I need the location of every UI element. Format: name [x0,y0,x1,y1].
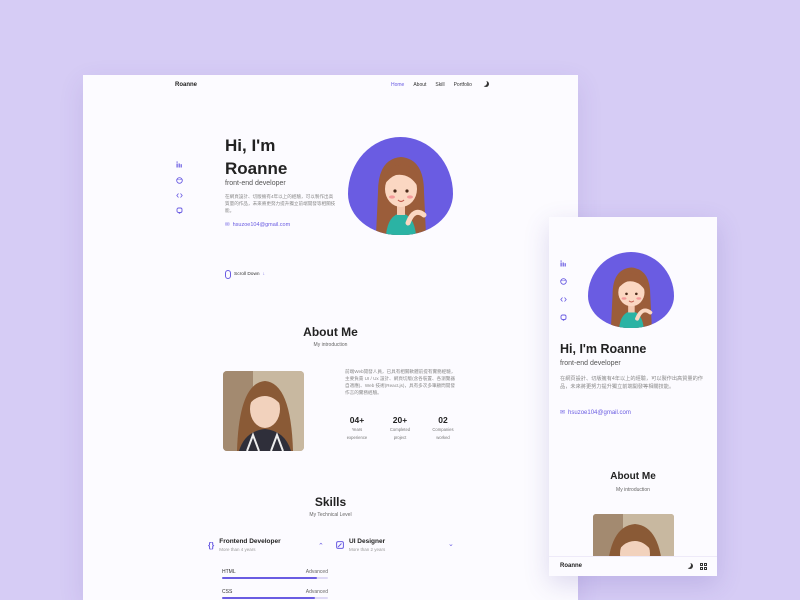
chevron-up-icon[interactable]: ⌃ [318,542,324,550]
brand-logo[interactable]: Roanne [560,563,582,569]
chevron-down-icon[interactable]: ⌄ [448,540,454,548]
code-icon[interactable] [560,296,567,303]
hero-role: front-end developer [225,180,286,187]
linkedin-icon[interactable] [560,260,567,267]
moon-icon[interactable] [483,81,489,87]
skill-bar-css: CSS Advanced [222,589,328,599]
desktop-preview: Roanne Home About Skill Portfolio Hi, I'… [83,75,578,600]
skill-group-ui[interactable]: UI Designer More than 2 years [336,538,385,552]
skill-fill [222,577,318,579]
hero-description: 在網頁設計、切版擁有4年以上的經驗，可以製作出高質量的作品，未來將更努力提升獨立… [225,194,336,213]
nav-portfolio[interactable]: Portfolio [454,82,472,88]
profile-photo [223,371,304,451]
linkedin-icon[interactable] [176,161,183,168]
stat-label-line2: worked [436,434,450,440]
nav-home[interactable]: Home [391,82,404,88]
scroll-down-link[interactable]: Scroll Down ↓ [225,270,265,279]
hero-description: 在網頁設計、切版擁有4年以上的經驗，可以製作出高質量的作品，未來將更努力提升獨立… [560,376,703,390]
skill-bar-html: HTML Advanced [222,569,328,579]
design-icon [336,541,344,551]
about-title: About Me [610,471,656,482]
skills-subtitle: My Technical Level [309,512,352,518]
stat-number: 20+ [392,415,408,425]
skill-level: Advanced [305,569,328,575]
about-subtitle: My introduction [616,487,650,493]
skill-track [222,597,328,599]
navbar: Roanne Home About Skill Portfolio [83,75,578,97]
scroll-down-label: Scroll Down [234,272,260,277]
dribbble-icon[interactable] [560,278,567,285]
brand-logo[interactable]: Roanne [175,82,197,88]
skill-group-frontend[interactable]: {} Frontend Developer More than 4 years [208,538,281,552]
github-icon[interactable] [560,314,567,321]
skill-level: Advanced [305,589,328,595]
hero-greeting: Hi, I'm Roanne [225,134,287,180]
hero-role: front-end developer [560,360,621,367]
hero-email-text: hsuzoe104@gmail.com [568,410,631,416]
dribbble-icon[interactable] [176,177,183,184]
mobile-bottom-bar: Roanne [549,556,717,576]
about-subtitle: My introduction [313,342,348,348]
code-icon[interactable] [176,192,183,199]
nav-about[interactable]: About [413,82,426,88]
arrow-down-icon: ↓ [262,272,265,277]
stat-years: 04+ Years experience [337,415,377,440]
skill-group-sub: More than 4 years [219,547,256,552]
stat-label-line1: Years [351,427,363,432]
hero-email[interactable]: ✉ hsuzoe104@gmail.com [560,409,631,416]
stat-projects: 20+ Completed project [380,415,420,440]
mail-icon: ✉ [225,222,230,228]
skill-name: CSS [222,589,233,595]
stat-label-line2: project [393,434,407,440]
github-icon[interactable] [176,207,183,214]
nav-skill[interactable]: Skill [435,82,444,88]
stat-number: 02 [438,415,448,425]
avatar-illustration [588,252,674,328]
stat-label-line2: experience [346,434,368,440]
nav-menu: Home About Skill Portfolio [391,82,472,88]
grid-menu-icon[interactable] [700,563,707,570]
stat-label-line1: Companies [432,427,454,432]
moon-icon[interactable] [687,563,693,569]
hero-greeting-line2: Roanne [225,159,288,178]
stat-label-line1: Completed [389,427,411,432]
brackets-icon: {} [208,541,215,550]
skill-fill [222,597,316,599]
skill-track [222,577,328,579]
skill-group-title: Frontend Developer [219,538,281,545]
hero-email[interactable]: ✉ hsuzoe104@gmail.com [225,222,290,228]
mouse-icon [225,270,231,279]
avatar-illustration [348,137,453,235]
mail-icon: ✉ [560,410,566,416]
hero-email-text: hsuzoe104@gmail.com [232,222,291,228]
skill-group-title: UI Designer [349,538,386,545]
about-text: 前端Web開發人員，已具有相關軟體前提有實務經驗，主要負責 UI / Ux 設計… [345,369,456,395]
skill-group-sub: More than 2 years [349,547,386,552]
hero-greeting: Hi, I'm Roanne [560,342,647,356]
stat-companies: 02 Companies worked [423,415,463,440]
mobile-preview: Hi, I'm Roanne front-end developer 在網頁設計… [549,217,717,576]
hero-greeting-line1: Hi, I'm [225,136,276,155]
skills-title: Skills [314,495,347,509]
about-title: About Me [303,325,358,339]
stat-number: 04+ [349,415,365,425]
skill-name: HTML [222,569,236,575]
